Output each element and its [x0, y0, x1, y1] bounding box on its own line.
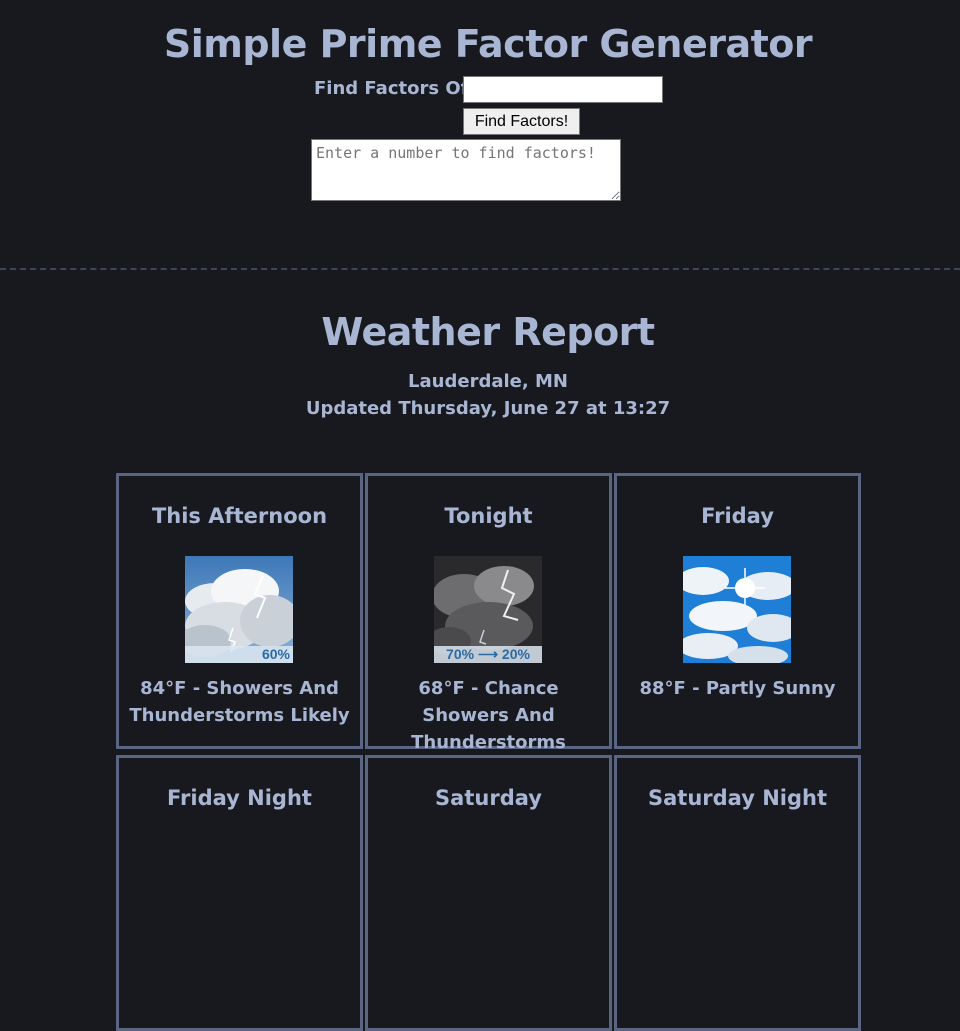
forecast-description: 88°F - Partly Sunny	[639, 678, 836, 699]
forecast-description: 68°F - Chance Showers And Thunderstorms	[411, 678, 566, 753]
precip-chance: 70% ⟶ 20%	[434, 646, 542, 663]
forecast-period-name: Tonight	[444, 504, 533, 528]
forecast-card: Friday 88°F - Partly Sunny	[614, 473, 861, 749]
precip-chance: 60%	[185, 646, 293, 663]
find-factors-button[interactable]: Find Factors!	[463, 108, 580, 135]
forecast-card: Saturday	[365, 755, 612, 1031]
thunderstorm-icon: 60%	[185, 556, 293, 663]
forecast-card: This Afternoon 60% 84°F - Showers And Th…	[116, 473, 363, 749]
forecast-period-name: Friday Night	[167, 786, 312, 810]
find-factors-label: Find Factors Of:	[314, 78, 476, 99]
prime-factor-section: Simple Prime Factor Generator Find Facto…	[0, 0, 960, 270]
forecast-period-name: This Afternoon	[151, 504, 328, 528]
forecast-card: Friday Night	[116, 755, 363, 1031]
night-thunderstorm-icon: 70% ⟶ 20%	[434, 556, 542, 663]
weather-title: Weather Report	[321, 310, 655, 354]
find-factors-input[interactable]	[463, 76, 663, 103]
partly-sunny-icon	[683, 556, 791, 663]
prime-title: Simple Prime Factor Generator	[163, 22, 813, 66]
forecast-card: Tonight 70% ⟶ 20% 68°F - Chance Showers …	[365, 473, 612, 753]
forecast-period-name: Friday	[701, 504, 774, 528]
forecast-description: 84°F - Showers And Thunderstorms Likely	[129, 678, 350, 726]
forecast-period-name: Saturday	[435, 786, 542, 810]
factors-result-textarea[interactable]	[311, 139, 621, 201]
weather-location: Lauderdale, MN	[408, 371, 568, 392]
weather-updated: Updated Thursday, June 27 at 13:27	[305, 398, 671, 419]
forecast-card: Saturday Night	[614, 755, 861, 1031]
forecast-period-name: Saturday Night	[648, 786, 827, 810]
